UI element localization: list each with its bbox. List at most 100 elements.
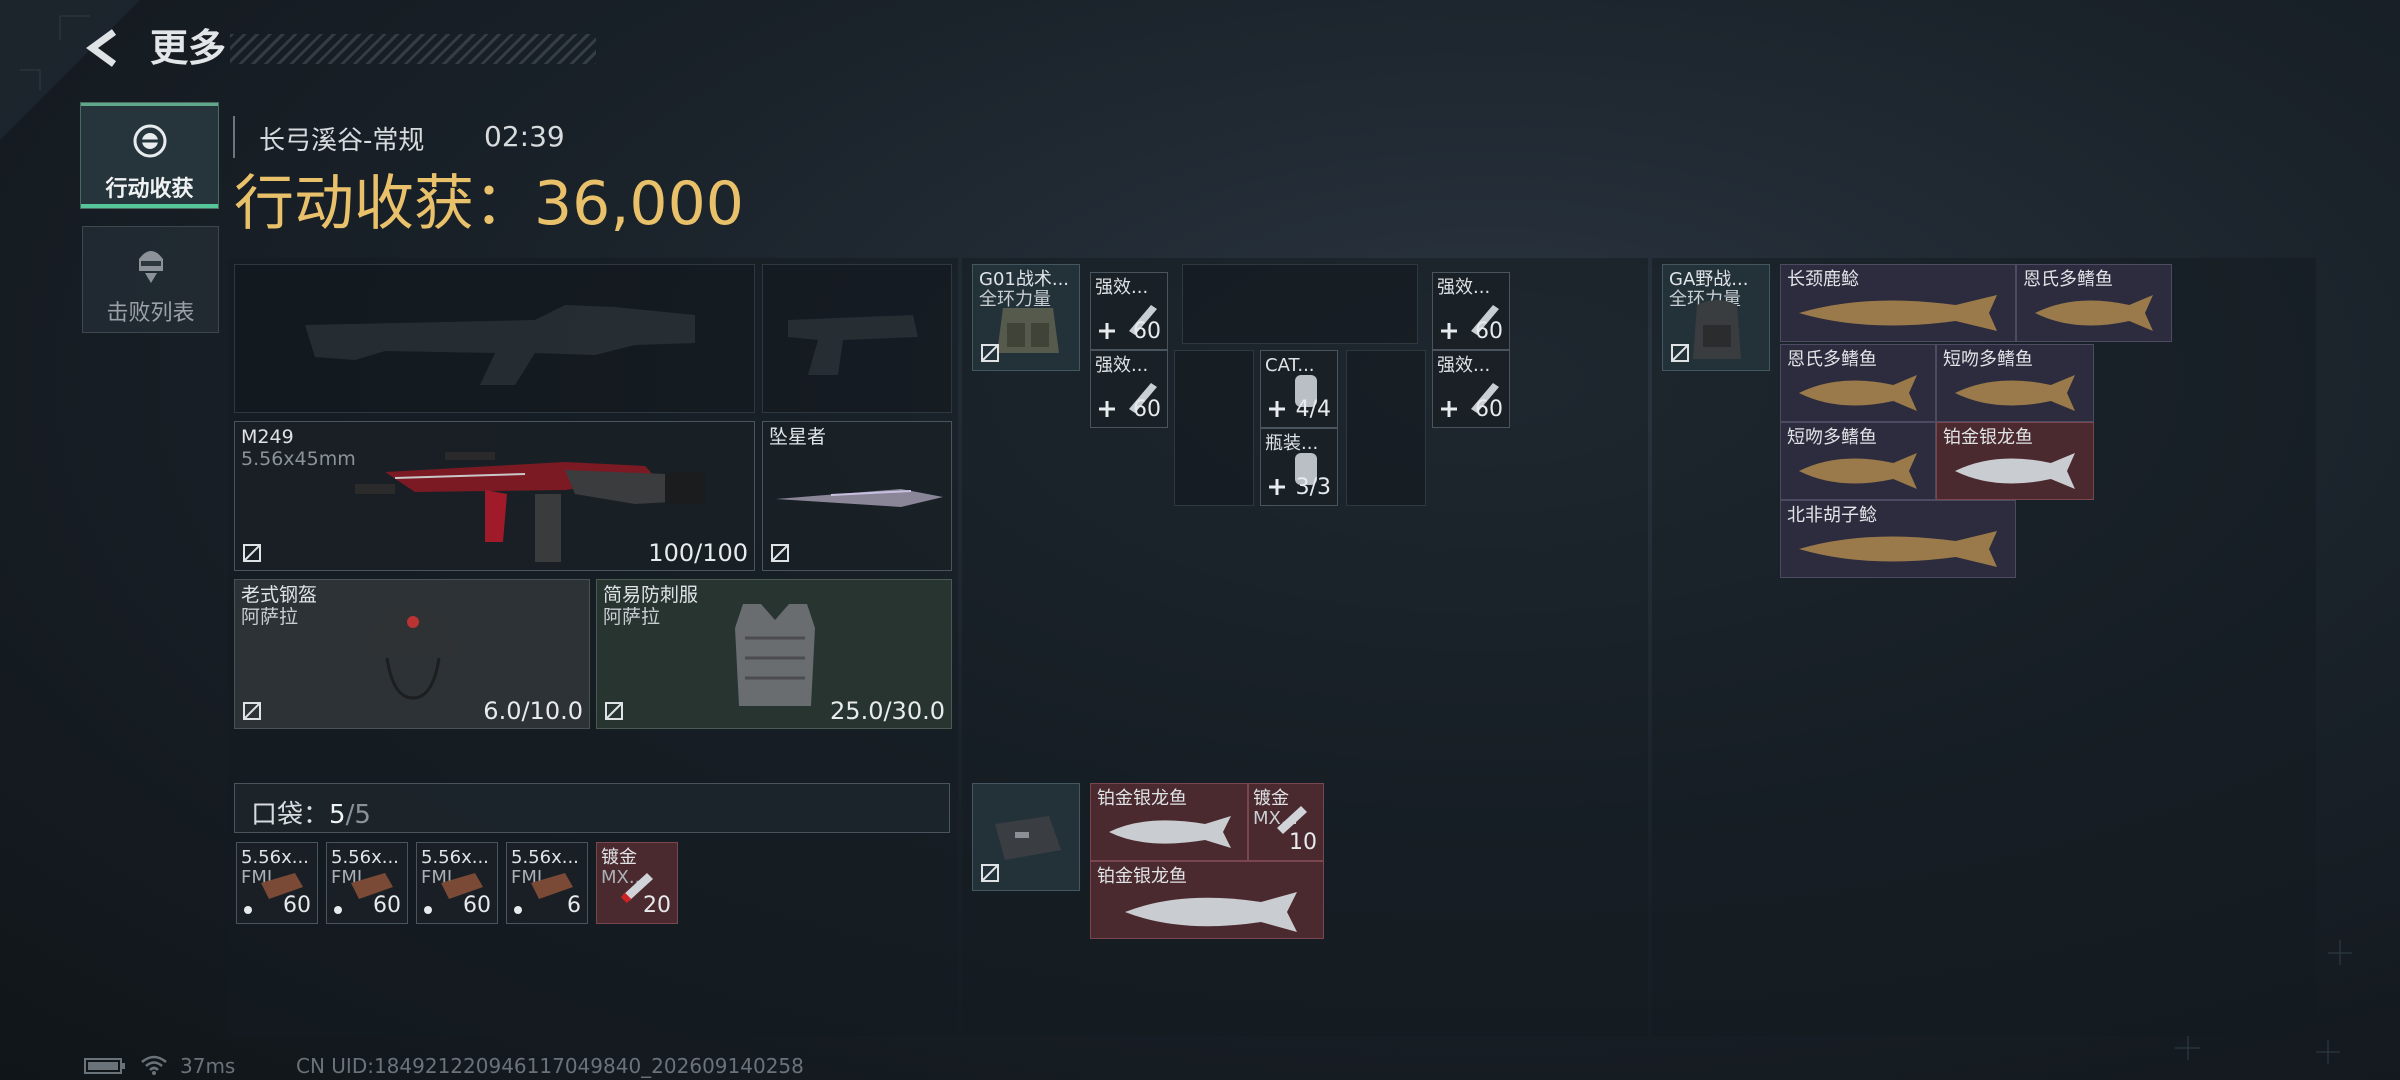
item-count: 60	[463, 893, 491, 918]
pocket-item[interactable]: 镀金 MX... 20	[596, 842, 678, 924]
back-button[interactable]	[84, 26, 124, 70]
case-item[interactable]: 铂金银龙鱼	[1090, 783, 1248, 861]
harvest-value: 36,000	[534, 169, 744, 239]
pocket-item[interactable]: 5.56x... FMJ 60	[236, 842, 318, 924]
rig-item[interactable]: 瓶装... 3/3	[1260, 428, 1338, 506]
item-count: 10	[1289, 830, 1317, 855]
supply-icon	[1269, 401, 1285, 417]
fish-icon	[2035, 295, 2153, 331]
rig-empty-slot	[1346, 350, 1426, 506]
backpack-item[interactable]: 短吻多鳍鱼	[1780, 422, 1936, 500]
helmet-icon	[369, 606, 457, 700]
melee-name: 坠星者	[769, 426, 827, 448]
item-name: 5.56x...	[331, 847, 399, 868]
helmet-card[interactable]: 老式钢盔 阿萨拉 6.0/10.0	[234, 579, 590, 729]
unlock-icon	[981, 344, 999, 362]
melee-card[interactable]: 坠星者	[762, 421, 952, 571]
pocket-item[interactable]: 5.56x... FMJ 60	[416, 842, 498, 924]
sidearm-slot[interactable]	[762, 264, 952, 413]
rig-item[interactable]: CAT... 4/4	[1260, 350, 1338, 428]
unlock-icon	[605, 702, 623, 720]
fish-icon	[1799, 453, 1917, 489]
item-count: 6	[567, 893, 581, 918]
map-name: 长弓溪谷-常规	[259, 126, 425, 156]
tab-defeated[interactable]: 击败列表	[82, 226, 219, 333]
armor-card[interactable]: 简易防刺服 阿萨拉 25.0/30.0	[596, 579, 952, 729]
fish-icon	[1799, 375, 1917, 411]
backpack-card[interactable]: GA野战... 全环力量	[1662, 264, 1770, 371]
tab-defeated-label: 击败列表	[106, 301, 195, 326]
knife-icon	[776, 489, 943, 507]
supply-icon	[1269, 479, 1285, 495]
helmet-durability: 6.0/10.0	[483, 697, 583, 725]
ping: 37ms	[180, 1054, 236, 1078]
harvest-title: 行动收获：36,000	[234, 168, 744, 240]
item-name: 强效...	[1095, 355, 1149, 376]
back-arrow-icon	[86, 29, 117, 67]
backpack-icon	[1693, 300, 1741, 359]
battery-icon	[84, 1058, 125, 1074]
item-name: 铂金银龙鱼	[1097, 788, 1187, 809]
header-bar: 更多	[84, 22, 596, 74]
safe-case-card[interactable]	[972, 783, 1080, 891]
chest-rig-card[interactable]: G01战术... 全环力量	[972, 264, 1080, 371]
fish-icon	[1955, 453, 2075, 489]
item-name: 恩氏多鳍鱼	[1787, 349, 1877, 370]
supply-icon	[1099, 401, 1115, 417]
primary-weapon-card[interactable]: M249 5.56x45mm 100/100	[234, 421, 755, 571]
divider	[233, 116, 235, 158]
item-count: 60	[1133, 397, 1161, 422]
rifle-silhouette-icon	[305, 305, 695, 385]
pocket-max: /5	[345, 800, 371, 830]
match-time: 02:39	[484, 120, 565, 153]
unlock-icon	[243, 544, 261, 562]
item-count: 20	[643, 893, 671, 918]
item-count: 60	[1475, 397, 1503, 422]
footer: 37ms CN UID:18492122094611704984​0_20260…	[84, 1052, 984, 1078]
item-count: 4/4	[1295, 397, 1331, 422]
backpack-item[interactable]: 恩氏多鳍鱼	[2016, 264, 2172, 342]
item-count: 60	[1475, 319, 1503, 344]
rig-item[interactable]: 强效... 60	[1432, 272, 1510, 350]
rig-item[interactable]: 强效... 60	[1090, 350, 1168, 428]
case-item[interactable]: 镀金 MX... 10	[1248, 783, 1324, 861]
item-name: 强效...	[1437, 277, 1491, 298]
arowana-icon	[1109, 816, 1231, 848]
primary-weapon-slot[interactable]	[234, 264, 755, 413]
supply-icon	[1441, 323, 1457, 339]
armor-sub: 阿萨拉	[603, 606, 661, 628]
backpack-item[interactable]: 北非胡子鲶	[1780, 500, 2016, 578]
case-item[interactable]: 铂金银龙鱼	[1090, 861, 1324, 939]
backpack-item[interactable]: 短吻多鳍鱼	[1936, 344, 2094, 422]
unlock-icon	[1671, 344, 1689, 362]
item-name: 5.56x...	[511, 847, 579, 868]
uid: CN UID:18492122094611704984​0_2026091402…	[296, 1054, 804, 1078]
item-name: 强效...	[1095, 277, 1149, 298]
backpack-item[interactable]: 恩氏多鳍鱼	[1780, 344, 1936, 422]
rig-item[interactable]: 强效... 60	[1432, 350, 1510, 428]
tab-harvest-label: 行动收获	[105, 177, 194, 202]
supply-icon	[1099, 323, 1115, 339]
item-name: 恩氏多鳍鱼	[2023, 269, 2113, 290]
chest-rig-name: G01战术...	[979, 269, 1070, 290]
helmet-sub: 阿萨拉	[241, 606, 299, 628]
item-name: 铂金银龙鱼	[1943, 427, 2033, 448]
case-icon	[995, 816, 1061, 860]
unlock-icon	[771, 544, 789, 562]
pocket-item[interactable]: 5.56x... FMJ 60	[326, 842, 408, 924]
helmet-name: 老式钢盔	[241, 584, 318, 606]
fish-icon	[1799, 531, 1997, 567]
pocket-item[interactable]: 5.56x... FMJ 6	[506, 842, 588, 924]
weapon-name: M249	[241, 426, 294, 448]
tab-harvest[interactable]: 行动收获	[80, 102, 219, 209]
item-name: 5.56x...	[241, 847, 309, 868]
weapon-durability: 100/100	[648, 539, 748, 567]
harvest-title-label: 行动收获：	[234, 169, 534, 239]
header-stripes	[230, 34, 596, 64]
rig-item[interactable]: 强效... 60	[1090, 272, 1168, 350]
item-count: 3/3	[1295, 475, 1331, 500]
backpack-item[interactable]: 长颈鹿鲶	[1780, 264, 2016, 342]
item-name: 强效...	[1437, 355, 1491, 376]
backpack-item[interactable]: 铂金银龙鱼	[1936, 422, 2094, 500]
dot-icon	[514, 906, 522, 914]
